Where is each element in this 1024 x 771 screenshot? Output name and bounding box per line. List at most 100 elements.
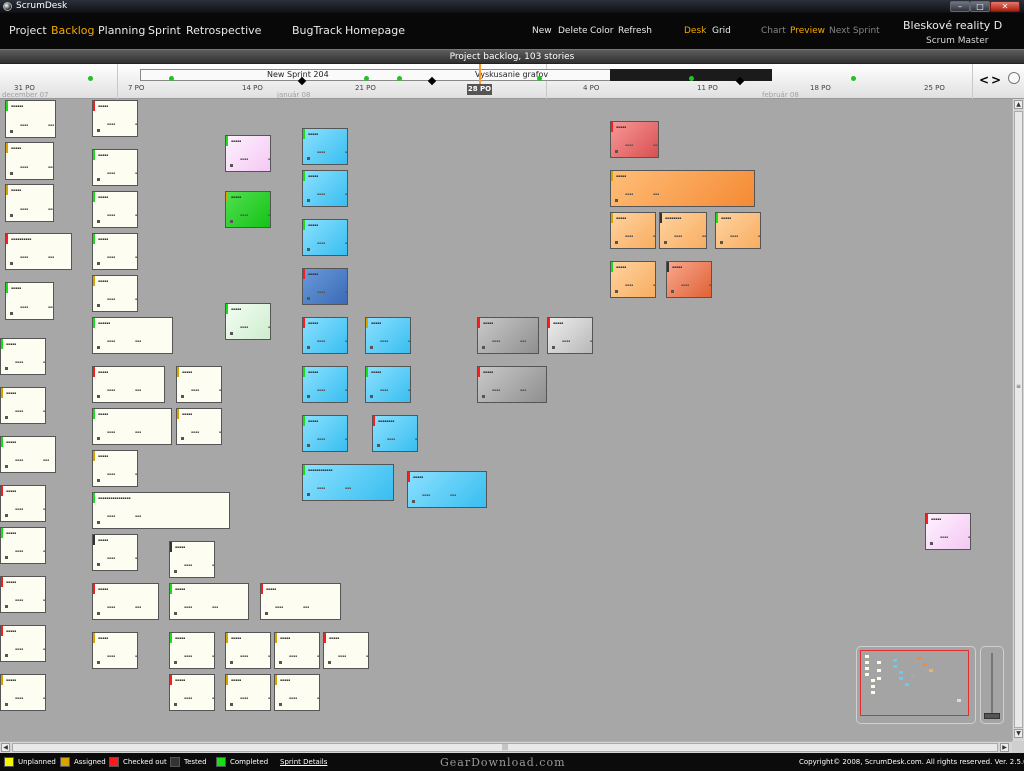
story-card[interactable]: ▪▪▪▪▪▪▪▪▪▪▪▪: [302, 219, 348, 256]
board-minimap[interactable]: [856, 646, 976, 724]
story-card[interactable]: ▪▪▪▪▪▪▪▪▪▪▪▪: [274, 674, 320, 711]
story-card[interactable]: ▪▪▪▪▪▪▪▪▪▪▪▪: [365, 366, 411, 403]
story-card[interactable]: ▪▪▪▪▪▪▪▪▪▪▪▪: [225, 674, 271, 711]
story-card[interactable]: ▪▪▪▪▪▪▪▪▪▪▪▪: [225, 191, 271, 228]
scroll-up-button[interactable]: ▲: [1014, 100, 1023, 109]
story-card[interactable]: ▪▪▪▪▪▪▪▪▪▪▪▪: [176, 408, 222, 445]
story-card[interactable]: ▪▪▪▪▪▪▪▪▪▪▪▪: [0, 576, 46, 613]
scroll-down-button[interactable]: ▼: [1014, 729, 1023, 738]
story-card[interactable]: ▪▪▪▪▪▪▪▪▪▪▪▪: [666, 261, 712, 298]
story-card[interactable]: ▪▪▪▪▪▪▪▪▪▪▪▪: [92, 100, 138, 137]
story-card[interactable]: ▪▪▪▪▪▪▪▪▪▪▪▪: [260, 583, 341, 620]
story-card[interactable]: ▪▪▪▪▪▪▪▪▪▪▪▪: [225, 303, 271, 340]
nav-bugtrack[interactable]: BugTrack: [292, 24, 342, 37]
story-card[interactable]: ▪▪▪▪▪▪▪▪▪▪▪▪: [92, 233, 138, 270]
new-button[interactable]: New: [532, 26, 552, 36]
story-card[interactable]: ▪▪▪▪▪▪▪▪▪▪▪▪: [225, 135, 271, 172]
story-card[interactable]: ▪▪▪▪▪▪▪▪▪▪▪▪: [169, 583, 249, 620]
story-card[interactable]: ▪▪▪▪▪▪▪▪▪▪▪▪: [407, 471, 487, 508]
zoom-slider[interactable]: [980, 646, 1004, 724]
desk-view-button[interactable]: Desk: [684, 26, 706, 36]
story-card[interactable]: ▪▪▪▪▪▪▪▪▪▪▪▪▪▪▪: [659, 212, 707, 249]
story-card[interactable]: ▪▪▪▪▪▪▪▪▪▪▪▪: [5, 184, 54, 222]
grid-view-button[interactable]: Grid: [712, 26, 731, 36]
scroll-left-button[interactable]: ◀: [1, 743, 10, 752]
timeline-zoom-icon[interactable]: [1008, 72, 1020, 84]
story-card[interactable]: ▪▪▪▪▪▪▪▪▪▪▪▪: [715, 212, 761, 249]
story-card[interactable]: ▪▪▪▪▪▪▪▪▪▪▪▪: [302, 317, 348, 354]
story-card[interactable]: ▪▪▪▪▪▪▪▪▪▪▪▪: [169, 674, 215, 711]
story-card[interactable]: ▪▪▪▪▪▪▪▪▪▪▪▪: [302, 415, 348, 452]
story-card[interactable]: ▪▪▪▪▪▪▪▪▪▪▪▪: [610, 261, 656, 298]
vertical-scroll-thumb[interactable]: ≡: [1014, 111, 1023, 728]
close-button[interactable]: ✕: [990, 1, 1020, 12]
story-card[interactable]: ▪▪▪▪▪▪▪▪▪▪▪▪ ▪▪▪▪ ▪▪▪: [302, 464, 394, 501]
next-sprint-button[interactable]: Next Sprint: [829, 26, 880, 36]
story-card[interactable]: ▪▪▪▪▪▪▪▪▪▪▪▪: [169, 541, 215, 578]
zoom-slider-thumb[interactable]: [984, 713, 1000, 719]
story-card[interactable]: ▪▪▪▪▪▪▪▪▪▪▪▪: [302, 170, 348, 207]
story-card[interactable]: ▪▪▪▪▪▪▪▪▪▪▪▪: [225, 632, 271, 669]
story-card[interactable]: ▪▪▪▪▪▪▪▪▪▪ ▪▪▪▪ ▪▪▪: [5, 233, 72, 270]
nav-planning[interactable]: Planning: [98, 24, 145, 37]
story-card[interactable]: ▪▪▪▪▪▪▪▪▪▪▪▪: [92, 408, 172, 445]
story-card[interactable]: ▪▪▪▪▪▪▪▪▪▪▪▪: [169, 632, 215, 669]
story-card[interactable]: ▪▪▪▪▪▪ ▪▪▪▪ ▪▪▪: [5, 100, 56, 138]
sprint-details-link[interactable]: Sprint Details: [280, 758, 327, 766]
story-card[interactable]: ▪▪▪▪▪▪▪▪▪▪▪▪: [92, 191, 138, 228]
story-card[interactable]: ▪▪▪▪▪▪▪▪▪▪▪▪: [610, 212, 656, 249]
story-card[interactable]: ▪▪▪▪▪▪▪▪▪▪▪▪: [92, 275, 138, 312]
story-card[interactable]: ▪▪▪▪▪▪▪▪▪▪▪▪: [0, 674, 46, 711]
story-card[interactable]: ▪▪▪▪▪▪▪▪▪▪▪▪: [302, 268, 348, 305]
nav-homepage[interactable]: Homepage: [345, 24, 405, 37]
story-card[interactable]: ▪▪▪▪▪▪▪▪▪▪▪▪: [365, 317, 411, 354]
timeline-next-button[interactable]: >: [991, 73, 1001, 87]
story-card[interactable]: ▪▪▪▪▪▪▪▪▪▪▪▪: [0, 436, 56, 473]
timeline-prev-button[interactable]: <: [979, 73, 989, 87]
vertical-scrollbar[interactable]: ▲ ≡ ▼: [1012, 99, 1024, 741]
story-card[interactable]: ▪▪▪▪▪▪ ▪▪▪▪ ▪▪▪: [92, 317, 173, 354]
timeline[interactable]: New Sprint 204 Vyskusanie grafov 28 PO 3…: [0, 64, 1024, 99]
story-card[interactable]: ▪▪▪▪▪▪▪▪▪▪▪▪: [0, 387, 46, 424]
story-card[interactable]: ▪▪▪▪▪▪▪▪▪▪▪▪: [92, 632, 138, 669]
preview-button[interactable]: Preview: [790, 26, 825, 36]
story-card[interactable]: ▪▪▪▪▪▪▪▪▪▪▪▪: [610, 121, 659, 158]
story-card[interactable]: ▪▪▪▪▪▪▪▪▪▪▪▪: [92, 366, 165, 403]
scroll-right-button[interactable]: ▶: [1000, 743, 1009, 752]
horizontal-scrollbar[interactable]: ◀ ||| ▶: [0, 741, 1012, 753]
story-card[interactable]: ▪▪▪▪▪▪▪▪▪▪▪▪▪▪▪: [372, 415, 418, 452]
story-card[interactable]: ▪▪▪▪▪▪▪▪▪▪▪▪: [0, 625, 46, 662]
story-card[interactable]: ▪▪▪▪▪▪▪▪▪▪▪▪: [92, 534, 138, 571]
story-card[interactable]: ▪▪▪▪▪▪▪▪▪▪▪▪: [302, 128, 348, 165]
story-card[interactable]: ▪▪▪▪▪▪▪▪▪▪▪▪: [610, 170, 755, 207]
story-card[interactable]: ▪▪▪▪▪▪▪▪▪▪▪▪: [5, 282, 54, 320]
story-card[interactable]: ▪▪▪▪▪▪▪▪▪▪▪▪: [925, 513, 971, 550]
story-card[interactable]: ▪▪▪▪▪▪▪▪▪▪▪▪: [5, 142, 54, 180]
story-card[interactable]: ▪▪▪▪▪▪▪▪▪▪▪▪: [92, 450, 138, 487]
story-card[interactable]: ▪▪▪▪▪▪▪▪▪▪▪▪: [477, 366, 547, 403]
story-card[interactable]: ▪▪▪▪▪▪▪▪▪▪▪▪: [477, 317, 539, 354]
maximize-button[interactable]: □: [970, 1, 990, 12]
story-card[interactable]: ▪▪▪▪▪▪▪▪▪▪▪▪: [0, 527, 46, 564]
story-card[interactable]: ▪▪▪▪▪▪▪▪▪▪▪▪: [92, 149, 138, 186]
horizontal-scroll-thumb[interactable]: |||: [12, 743, 998, 752]
color-button[interactable]: Color: [590, 26, 614, 36]
nav-sprint[interactable]: Sprint: [148, 24, 181, 37]
chart-button[interactable]: Chart: [761, 26, 786, 36]
story-card[interactable]: ▪▪▪▪▪▪▪▪▪▪▪▪: [302, 366, 348, 403]
minimize-button[interactable]: –: [950, 1, 970, 12]
story-card[interactable]: ▪▪▪▪▪▪▪▪▪▪▪▪: [176, 366, 222, 403]
story-card[interactable]: ▪▪▪▪▪▪▪▪▪▪▪▪: [547, 317, 593, 354]
backlog-board[interactable]: ▪▪▪▪▪▪ ▪▪▪▪ ▪▪▪ ▪▪▪▪▪ ▪▪▪▪ ▪▪▪ ▪▪▪▪▪ ▪▪▪▪ ▪▪▪ …: [0, 99, 1012, 741]
story-card[interactable]: ▪▪▪▪▪▪▪▪▪▪▪▪: [274, 632, 320, 669]
sprint-label[interactable]: New Sprint 204: [267, 70, 329, 79]
story-card[interactable]: ▪▪▪▪▪▪▪▪▪▪▪▪: [0, 338, 46, 375]
nav-project[interactable]: Project: [9, 24, 47, 37]
story-card[interactable]: ▪▪▪▪▪▪▪▪▪▪▪▪: [0, 485, 46, 522]
delete-button[interactable]: Delete: [558, 26, 588, 36]
nav-retrospective[interactable]: Retrospective: [186, 24, 261, 37]
refresh-button[interactable]: Refresh: [618, 26, 652, 36]
story-card[interactable]: ▪▪▪▪▪▪▪▪▪▪▪▪: [92, 583, 159, 620]
nav-backlog[interactable]: Backlog: [51, 24, 94, 37]
minimap-viewport[interactable]: [860, 650, 969, 716]
